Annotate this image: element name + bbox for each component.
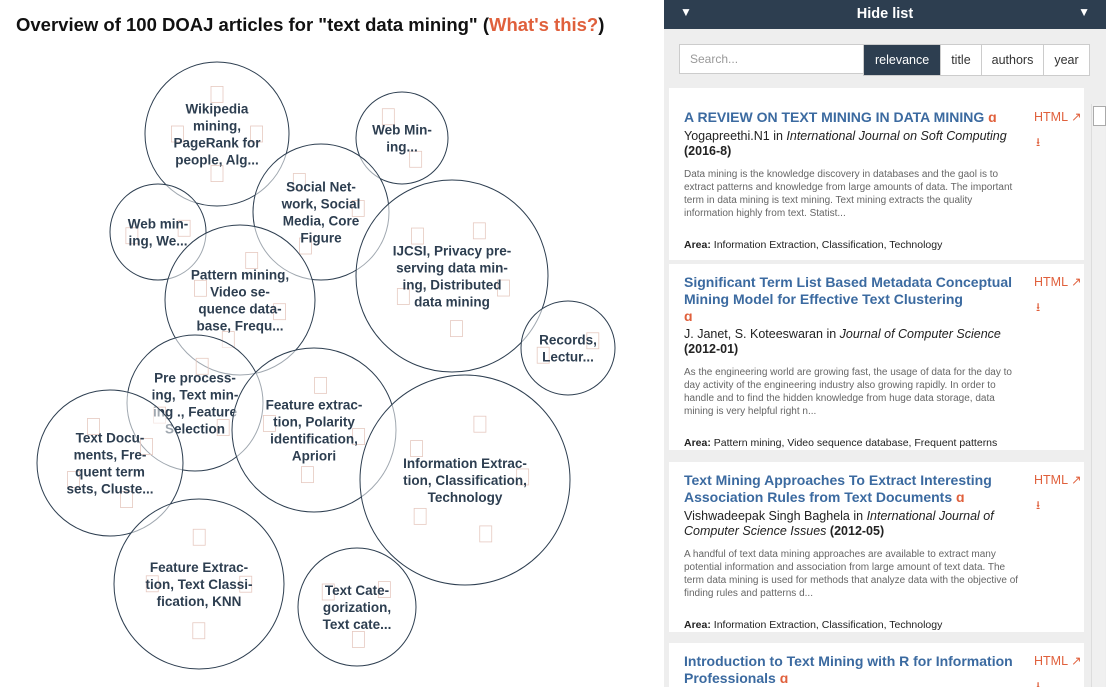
- article-year: (2016-8): [684, 144, 732, 158]
- article-abstract: As the engineering world are growing fas…: [684, 367, 1012, 417]
- article-title[interactable]: Significant Term List Based Metadata Con…: [684, 274, 1014, 325]
- bubble-circle[interactable]: [520, 300, 616, 396]
- html-link[interactable]: HTML ↗: [1034, 472, 1082, 487]
- topic-bubble[interactable]: IJCSI, Privacy pre-serving data min-ing,…: [355, 179, 549, 373]
- external-link-icon: ↗: [1071, 110, 1082, 124]
- open-access-icon: ɑ: [684, 308, 693, 324]
- article-authors: Vishwadeepak Singh Baghela: [684, 509, 850, 523]
- article-area: Area: Information Extraction, Classifica…: [684, 239, 943, 251]
- article-card[interactable]: A REVIEW ON TEXT MINING IN DATA MINING ɑ…: [669, 88, 1084, 260]
- sort-button-group: relevance title authors year: [863, 44, 1090, 76]
- knowledge-map-panel: Overview of 100 DOAJ articles for "text …: [0, 0, 660, 687]
- paper-list-panel: ▼ Hide list ▼ relevance title authors ye…: [664, 0, 1106, 687]
- article-list: A REVIEW ON TEXT MINING IN DATA MINING ɑ…: [669, 88, 1085, 687]
- sort-title-button[interactable]: title: [940, 45, 980, 75]
- external-link-icon: ↗: [1071, 654, 1082, 668]
- open-access-icon: ɑ: [779, 670, 789, 686]
- article-meta: Vishwadeepak Singh Baghela in Internatio…: [684, 509, 994, 538]
- html-link[interactable]: HTML ↗: [1034, 109, 1082, 124]
- article-year: (2012-05): [829, 524, 885, 538]
- hide-list-bar[interactable]: ▼ Hide list ▼: [664, 0, 1106, 29]
- article-abstract: Data mining is the knowledge discovery i…: [684, 169, 1013, 219]
- article-journal: International Journal on Soft Computing: [786, 129, 1007, 143]
- search-input[interactable]: [679, 44, 867, 74]
- article-title[interactable]: Text Mining Approaches To Extract Intere…: [684, 472, 1014, 506]
- article-meta: J. Janet, S. Koteeswaran in Journal of C…: [684, 327, 1001, 356]
- bubble-label: Text Cate-gorization, Text cate...: [323, 583, 392, 632]
- download-icon[interactable]: ⭳: [1036, 298, 1040, 319]
- scrollbar-thumb[interactable]: [1093, 106, 1106, 126]
- topic-bubble[interactable]: Text Cate-gorization, Text cate...: [297, 547, 417, 667]
- article-year: (2012-01): [684, 342, 739, 356]
- article-area: Area: Information Extraction, Classifica…: [684, 619, 943, 631]
- article-card[interactable]: Text Mining Approaches To Extract Intere…: [669, 462, 1084, 632]
- html-link[interactable]: HTML ↗: [1034, 653, 1082, 668]
- article-meta: Yogapreethi.N1 in International Journal …: [684, 129, 1007, 158]
- sort-authors-button[interactable]: authors: [980, 45, 1044, 75]
- triangle-down-icon: ▼: [1078, 5, 1090, 19]
- download-icon[interactable]: ⭳: [1036, 133, 1040, 154]
- open-access-icon: ɑ: [988, 109, 997, 125]
- topic-bubble[interactable]: Records, Lectur...: [520, 300, 616, 396]
- download-icon[interactable]: ⭳: [1036, 496, 1040, 517]
- sort-relevance-button[interactable]: relevance: [864, 45, 941, 75]
- bubble-map: Wikipedia mining, PageRank for people, Alg.…: [36, 61, 616, 670]
- article-area: Area: Pattern mining, Video sequence dat…: [684, 437, 998, 449]
- external-link-icon: ↗: [1071, 275, 1082, 289]
- open-access-icon: ɑ: [956, 489, 965, 505]
- article-card[interactable]: Introduction to Text Mining with R for I…: [669, 643, 1084, 687]
- external-link-icon: ↗: [1071, 473, 1082, 487]
- download-icon[interactable]: ⭳: [1036, 677, 1040, 687]
- bubble-label: Feature Extrac-tion, Text Classi-ficatio…: [145, 560, 252, 609]
- article-authors: J. Janet, S. Koteeswaran: [684, 327, 823, 341]
- article-title[interactable]: A REVIEW ON TEXT MINING IN DATA MINING ɑ: [684, 109, 1014, 126]
- article-card[interactable]: Significant Term List Based Metadata Con…: [669, 264, 1084, 450]
- topic-bubble[interactable]: Information Extrac-tion, Classification,…: [359, 374, 571, 586]
- article-journal: Journal of Computer Science: [839, 327, 1001, 341]
- bubble-circle[interactable]: [355, 179, 549, 373]
- article-abstract: A handful of text data mining approaches…: [684, 549, 1019, 599]
- list-scrollbar[interactable]: [1091, 104, 1106, 687]
- sort-year-button[interactable]: year: [1043, 45, 1088, 75]
- article-authors: Yogapreethi.N1: [684, 129, 770, 143]
- html-link[interactable]: HTML ↗: [1034, 274, 1082, 289]
- topic-bubble[interactable]: Feature Extrac-tion, Text Classi-ficatio…: [113, 498, 285, 670]
- hide-list-label: Hide list: [856, 6, 914, 22]
- article-title[interactable]: Introduction to Text Mining with R for I…: [684, 653, 1014, 687]
